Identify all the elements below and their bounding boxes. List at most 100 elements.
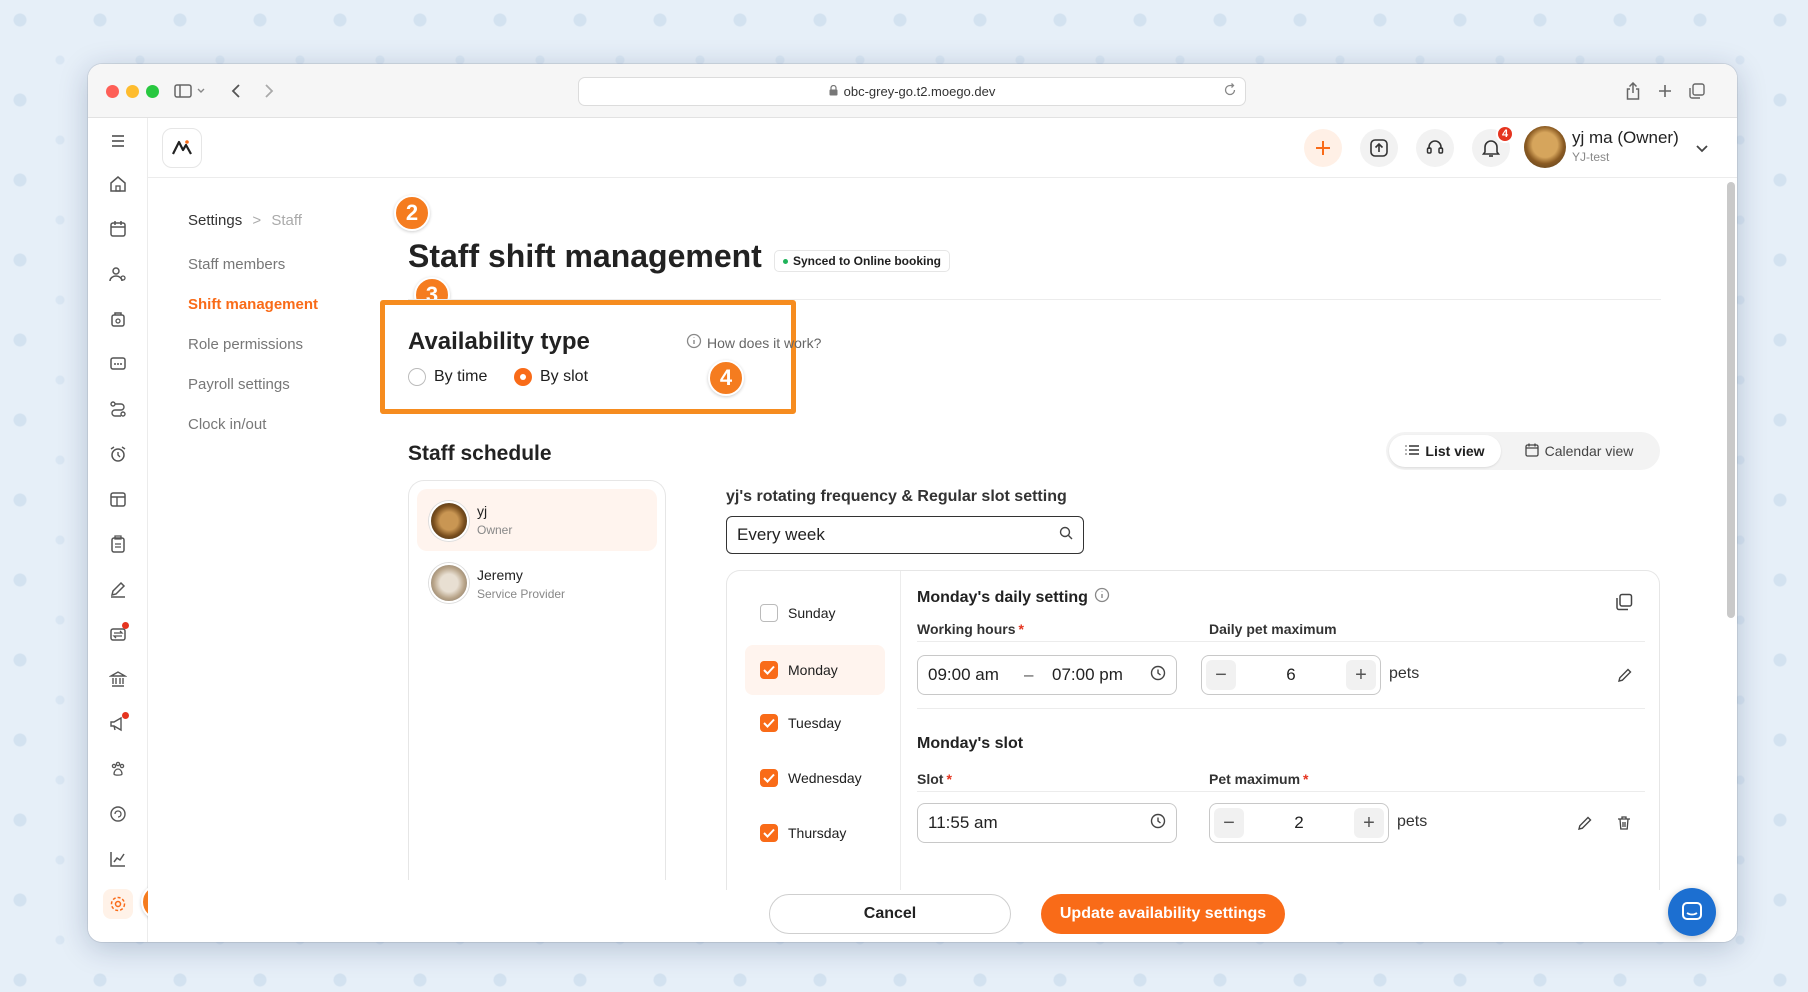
notification-count-badge: 4 [1496,125,1514,143]
breadcrumb-settings[interactable]: Settings [188,212,242,229]
megaphone-icon[interactable] [103,709,133,739]
brand-logo[interactable] [162,128,202,168]
increment-button[interactable]: + [1346,660,1376,690]
membership-icon[interactable] [103,799,133,829]
upload-icon[interactable] [1360,129,1398,167]
pet-max-value[interactable]: 2 [1294,813,1303,833]
daily-pet-max-stepper[interactable]: − 6 + [1201,655,1381,695]
copy-icon[interactable] [1615,593,1633,616]
calendar-icon[interactable] [103,214,133,244]
start-time[interactable]: 09:00 am [928,665,1024,685]
day-item[interactable]: Thursday [745,811,885,855]
radio-unselected[interactable] [408,368,426,386]
decrement-button[interactable]: − [1206,660,1236,690]
view-toggle: List view Calendar view [1386,432,1660,470]
new-tab-icon[interactable] [1652,78,1678,104]
sidebar-toggle-icon[interactable] [170,78,196,104]
pets-unit: pets [1389,665,1420,682]
inventory-icon[interactable] [103,484,133,514]
close-window-button[interactable] [106,85,119,98]
rotation-select[interactable]: Every week [726,516,1084,554]
divider [917,708,1645,709]
chart-icon[interactable] [103,844,133,874]
pet-max-label-text: Pet maximum [1209,771,1301,787]
menu-icon[interactable] [103,126,133,156]
radio-by-time[interactable]: By time [408,368,487,386]
share-icon[interactable] [1620,78,1646,104]
alarm-icon[interactable] [103,439,133,469]
day-checkbox-checked[interactable] [760,769,778,787]
list-view-tab[interactable]: List view [1389,435,1501,467]
day-item[interactable]: Sunday [745,591,885,635]
day-checkbox-checked[interactable] [760,824,778,842]
clipboard-icon[interactable] [103,529,133,559]
info-icon[interactable] [1094,587,1110,608]
day-checkbox[interactable] [760,604,778,622]
reload-icon[interactable] [1223,83,1237,100]
bank-icon[interactable] [103,664,133,694]
message-icon[interactable] [103,349,133,379]
page-title: Staff shift management [408,238,762,274]
clients-icon[interactable] [103,259,133,289]
notification-bell-icon[interactable]: 4 [1472,125,1514,167]
settings-nav-item[interactable]: Staff members [188,256,285,273]
day-item[interactable]: Tuesday [745,701,885,745]
radio-label: By time [434,368,488,385]
slot-time-input[interactable]: 11:55 am [917,803,1177,843]
transfer-icon[interactable] [103,619,133,649]
user-name[interactable]: yj ma (Owner) [1572,128,1679,148]
settings-nav-item[interactable]: Clock in/out [188,416,266,433]
user-avatar[interactable] [1524,126,1566,168]
working-hours-label: Working hours * [917,621,1024,637]
home-icon[interactable] [103,169,133,199]
trash-icon[interactable] [1616,815,1632,836]
day-checkbox-checked[interactable] [760,661,778,679]
slot-time-value[interactable]: 11:55 am [928,813,998,833]
increment-button[interactable]: + [1354,808,1384,838]
chat-launcher-icon[interactable] [1668,888,1716,936]
end-time[interactable]: 07:00 pm [1052,665,1150,685]
settings-icon[interactable] [103,889,133,919]
daily-pet-max-value[interactable]: 6 [1286,665,1295,685]
support-icon[interactable] [1416,129,1454,167]
edit-icon[interactable] [1617,667,1633,688]
radio-by-slot[interactable]: By slot [514,368,588,386]
edit-icon[interactable] [1577,815,1593,836]
forward-icon[interactable] [256,78,282,104]
decrement-button[interactable]: − [1214,808,1244,838]
info-icon [686,333,702,352]
scrollbar-thumb[interactable] [1727,182,1735,618]
day-item-selected[interactable]: Monday [745,645,885,695]
list-view-label: List view [1425,443,1485,459]
day-item[interactable]: Wednesday [745,756,885,800]
route-icon[interactable] [103,394,133,424]
back-icon[interactable] [223,78,249,104]
bag-icon[interactable] [103,304,133,334]
how-it-works-link[interactable]: How does it work? [686,333,821,352]
zoom-window-button[interactable] [146,85,159,98]
paw-icon[interactable] [103,754,133,784]
chevron-down-icon[interactable] [194,78,208,104]
pen-icon[interactable] [103,574,133,604]
settings-nav-item[interactable]: Payroll settings [188,376,290,393]
update-availability-button[interactable]: Update availability settings [1041,894,1285,934]
settings-nav-item[interactable]: Role permissions [188,336,303,353]
staff-item[interactable]: Jeremy Service Provider [417,553,657,615]
address-bar[interactable]: obc-grey-go.t2.moego.dev [578,77,1246,106]
sync-status-text: Synced to Online booking [793,254,942,268]
cancel-button[interactable]: Cancel [769,894,1011,934]
radio-selected[interactable] [514,368,532,386]
working-hours-input[interactable]: 09:00 am – 07:00 pm [917,655,1177,695]
pet-max-stepper[interactable]: − 2 + [1209,803,1389,843]
list-icon [1405,443,1420,459]
day-checkbox-checked[interactable] [760,714,778,732]
staff-item-selected[interactable]: yj Owner [417,489,657,551]
tab-overview-icon[interactable] [1684,78,1710,104]
day-label: Thursday [788,825,847,841]
settings-nav-item-active[interactable]: Shift management [188,296,318,313]
add-icon[interactable] [1304,129,1342,167]
calendar-view-tab[interactable]: Calendar view [1501,435,1657,467]
step-badge-2: 2 [394,195,430,231]
minimize-window-button[interactable] [126,85,139,98]
chevron-down-icon[interactable] [1696,140,1708,158]
